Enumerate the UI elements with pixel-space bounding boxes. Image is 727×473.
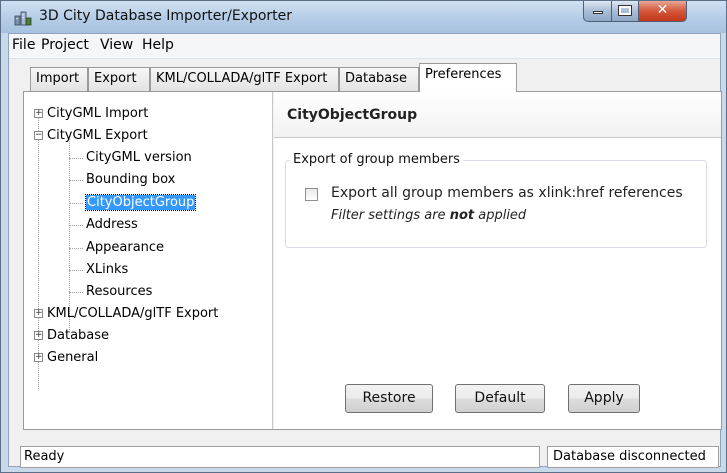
preferences-panel: + CityGML Import − CityGML Export CityGM…: [23, 91, 722, 430]
tab-database[interactable]: Database: [339, 67, 419, 91]
tab-preferences[interactable]: Preferences: [419, 63, 517, 92]
tree-node-label: Database: [47, 328, 110, 343]
preferences-tree[interactable]: + CityGML Import − CityGML Export CityGM…: [24, 92, 272, 429]
menu-help[interactable]: Help: [142, 37, 174, 53]
expand-icon[interactable]: +: [34, 331, 43, 340]
filter-hint-emphasis: not: [449, 208, 475, 223]
tree-node-label: CityGML Import: [47, 106, 149, 121]
tree-node-bounding-box[interactable]: Bounding box: [86, 171, 175, 189]
title-bar[interactable]: 3D City Database Importer/Exporter ✕: [1, 1, 726, 33]
tree-node-appearance[interactable]: Appearance: [86, 239, 164, 257]
maximize-icon: [618, 5, 632, 16]
export-group-members-box: Export of group members Export all group…: [285, 152, 707, 248]
maximize-button[interactable]: [611, 1, 639, 22]
tab-export[interactable]: Export: [88, 67, 150, 91]
minimize-button[interactable]: [583, 1, 612, 22]
group-box-legend: Export of group members: [290, 152, 463, 167]
menu-file[interactable]: File: [12, 37, 35, 53]
expand-icon[interactable]: +: [34, 309, 43, 318]
tab-import[interactable]: Import: [30, 67, 88, 91]
tab-kml-collada-gltf-export[interactable]: KML/COLLADA/glTF Export: [150, 67, 339, 91]
tree-node-label: General: [47, 350, 99, 365]
filter-hint: Filter settings are not applied: [331, 208, 526, 223]
menu-project[interactable]: Project: [41, 37, 89, 53]
expand-icon[interactable]: +: [34, 353, 43, 362]
export-xlink-checkbox[interactable]: [305, 188, 318, 201]
tree-node-label: CityGML Export: [47, 128, 148, 143]
minimize-icon: [592, 11, 603, 14]
tree-node-label-selected: CityObjectGroup: [84, 194, 197, 211]
default-button[interactable]: Default: [455, 384, 545, 413]
apply-button[interactable]: Apply: [568, 384, 640, 413]
database-status: Database disconnected: [547, 446, 719, 468]
tree-node-address[interactable]: Address: [86, 216, 138, 234]
app-window: 3D City Database Importer/Exporter ✕ Fil…: [0, 0, 727, 473]
expand-icon[interactable]: +: [34, 109, 43, 118]
tree-node-cityobjectgroup[interactable]: CityObjectGroup: [84, 194, 197, 212]
restore-button[interactable]: Restore: [345, 384, 433, 413]
panel-splitter[interactable]: [272, 92, 274, 429]
tree-node-label: KML/COLLADA/glTF Export: [47, 306, 219, 321]
filter-hint-prefix: Filter settings are: [331, 208, 450, 223]
status-message: Ready: [20, 446, 540, 468]
settings-title: CityObjectGroup: [287, 107, 418, 123]
close-icon: ✕: [656, 2, 669, 18]
tree-node-resources[interactable]: Resources: [86, 283, 152, 301]
settings-header: CityObjectGroup: [274, 92, 721, 138]
tree-node-xlinks[interactable]: XLinks: [86, 261, 128, 279]
tree-node-citygml-version[interactable]: CityGML version: [86, 149, 192, 167]
menu-bar: File Project View Help: [9, 34, 720, 59]
city-database-app-icon: [14, 11, 32, 26]
menu-view[interactable]: View: [100, 37, 133, 53]
window-title: 3D City Database Importer/Exporter: [39, 8, 293, 24]
close-button[interactable]: ✕: [638, 1, 687, 22]
export-xlink-checkbox-label[interactable]: Export all group members as xlink:href r…: [331, 185, 683, 201]
filter-hint-suffix: applied: [474, 208, 527, 223]
collapse-icon[interactable]: −: [34, 131, 43, 140]
